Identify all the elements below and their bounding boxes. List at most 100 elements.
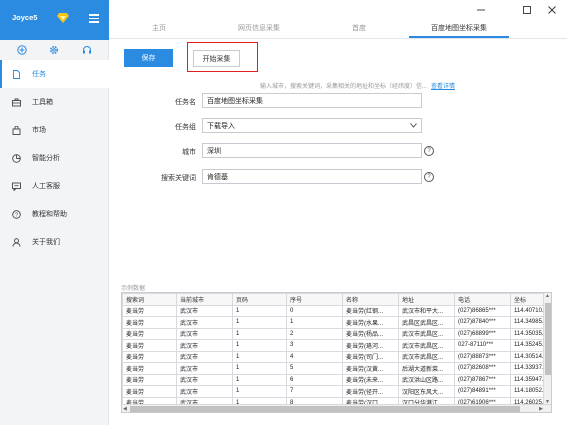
table-cell[interactable]: 麦当劳 [122,316,177,329]
table-cell[interactable]: 麦当劳(未来... [342,373,399,386]
table-cell[interactable]: 武汉市武昌区... [398,350,455,363]
table-cell[interactable]: 114.35035... [510,327,544,340]
table-cell[interactable]: 麦当劳 [122,385,177,398]
sidebar-item-help[interactable]: ? 教程和帮助 [0,200,109,228]
table-cell[interactable]: 027-87110*** [454,339,511,352]
table-row[interactable]: 麦当劳 武汉市 1 4 麦当劳(司门... 武汉市武昌区... (027)88873*** 1… [122,350,544,363]
tab-baidu-map[interactable]: 百度地图坐标采集 [409,20,509,38]
table-cell[interactable]: 麦当劳(汉黄... [342,362,399,375]
tab-shoudu[interactable]: 首度 [309,20,409,38]
close-icon[interactable] [545,4,559,16]
column-header[interactable]: 电话 [454,293,511,306]
table-cell[interactable]: 汉阳区东风大... [398,385,455,398]
table-cell[interactable]: 武昌区武昌区... [398,316,455,329]
sidebar-item-analysis[interactable]: 智能分析 [0,144,109,172]
table-cell[interactable]: 6 [286,373,343,386]
table-cell[interactable]: 麦当劳 [122,350,177,363]
tab-home[interactable]: 主页 [109,20,209,38]
table-cell[interactable]: 114.40710... [510,304,544,317]
column-header[interactable]: 地址 [398,293,455,306]
scroll-left-icon[interactable]: ◀ [123,406,127,412]
keyword-input[interactable]: 肯德基 [202,169,422,184]
scroll-up-icon[interactable]: ▲ [545,293,550,299]
table-cell[interactable]: 武汉市 [176,373,233,386]
minimize-icon[interactable] [474,4,488,16]
task-group-select[interactable]: 下载导入 [202,118,422,133]
table-cell[interactable]: 1 [232,350,287,363]
column-header[interactable]: 页码 [232,293,287,306]
maximize-icon[interactable] [520,4,534,16]
table-cell[interactable]: 7 [286,385,343,398]
table-row[interactable]: 麦当劳 武汉市 1 3 麦当劳(珞河... 武汉市武昌区... 027-87110*** 11… [122,339,544,352]
table-cell[interactable]: 0 [286,304,343,317]
table-cell[interactable]: 武汉市 [176,304,233,317]
table-cell[interactable]: (027)82608*** [454,362,511,375]
column-header[interactable]: 当前城市 [176,293,233,306]
table-cell[interactable]: (027)87840*** [454,316,511,329]
table-row[interactable]: 麦当劳 武汉市 1 2 麦当劳(杨品... 武汉市武昌区... (027)68899*** 1… [122,327,544,340]
table-cell[interactable]: 武汉市武昌区... [398,339,455,352]
table-cell[interactable]: 武汉市 [176,327,233,340]
table-cell[interactable]: 麦当劳 [122,373,177,386]
scroll-right-icon[interactable]: ▶ [539,406,543,412]
horizontal-scrollbar[interactable]: ◀ ▶ [122,404,551,412]
table-cell[interactable]: (027)86865*** [454,304,511,317]
table-cell[interactable]: 武汉市 [176,316,233,329]
table-row[interactable]: 麦当劳 武汉市 1 5 麦当劳(汉黄... 后湖大道新菜... (027)82608*** 1… [122,362,544,375]
table-cell[interactable]: 后湖大道新菜... [398,362,455,375]
table-cell[interactable]: 麦当劳 [122,339,177,352]
table-cell[interactable]: 武汉洪山区路... [398,373,455,386]
table-cell[interactable]: 1 [232,385,287,398]
table-cell[interactable]: 麦当劳(红钢... [342,304,399,317]
table-row[interactable]: 麦当劳 武汉市 1 6 麦当劳(未来... 武汉洪山区路... (027)87867*** 1… [122,373,544,386]
city-input[interactable]: 深圳 [202,143,422,158]
sidebar-item-task[interactable]: 任务 [0,60,109,88]
table-row[interactable]: 麦当劳 武汉市 1 0 麦当劳(红钢... 武汉市和平大... (027)86865*** 1… [122,304,544,317]
column-header[interactable]: 搜索词 [122,293,177,306]
column-header[interactable]: 坐标 [510,293,544,306]
keyword-help-icon[interactable]: ? [424,172,434,182]
table-cell[interactable]: 2 [286,327,343,340]
table-cell[interactable]: 3 [286,339,343,352]
vertical-scrollbar[interactable]: ▲ ▼ [543,293,551,405]
table-cell[interactable]: 麦当劳 [122,362,177,375]
column-header[interactable]: 名称 [342,293,399,306]
table-cell[interactable]: 麦当劳(径开... [342,385,399,398]
vertical-scroll-thumb[interactable] [545,303,551,375]
table-cell[interactable]: 114.18052... [510,385,544,398]
column-header[interactable]: 序号 [286,293,343,306]
table-cell[interactable]: (027)87867*** [454,373,511,386]
table-cell[interactable]: 4 [286,350,343,363]
table-cell[interactable]: 114.35245... [510,339,544,352]
table-cell[interactable]: 武汉市和平大... [398,304,455,317]
table-cell[interactable]: 1 [286,316,343,329]
sidebar-item-support[interactable]: 人工客服 [0,172,109,200]
task-name-input[interactable]: 百度地图坐标采集 [202,93,422,108]
gear-icon[interactable] [48,44,60,56]
view-details-link[interactable]: 查看详情 [431,84,455,90]
table-cell[interactable]: 麦当劳(珞河... [342,339,399,352]
table-row[interactable]: 麦当劳 武汉市 1 7 麦当劳(径开... 汉阳区东风大... (027)84891*** 1… [122,385,544,398]
vip-diamond-icon[interactable] [57,13,69,23]
table-cell[interactable]: 114.34985... [510,316,544,329]
plus-circle-icon[interactable] [16,44,28,56]
table-cell[interactable]: 武汉市武昌区... [398,327,455,340]
table-cell[interactable]: 武汉市 [176,350,233,363]
table-cell[interactable]: (027)84891*** [454,385,511,398]
table-cell[interactable]: 麦当劳(杨品... [342,327,399,340]
table-cell[interactable]: 麦当劳(水果... [342,316,399,329]
table-cell[interactable]: 1 [232,373,287,386]
user-name[interactable]: Joyce5 [12,13,37,22]
headset-icon[interactable] [81,44,93,56]
hamburger-menu-icon[interactable] [89,14,99,23]
table-cell[interactable]: 1 [232,304,287,317]
sidebar-item-about[interactable]: 关于我们 [0,228,109,256]
table-cell[interactable]: 114.35947... [510,373,544,386]
table-cell[interactable]: 武汉市 [176,339,233,352]
table-cell[interactable]: 1 [232,316,287,329]
start-collect-button[interactable]: 开始采集 [193,50,240,67]
table-cell[interactable]: 114.33937... [510,362,544,375]
table-row[interactable]: 麦当劳 武汉市 1 1 麦当劳(水果... 武昌区武昌区... (027)87840*** 1… [122,316,544,329]
table-cell[interactable]: 1 [232,327,287,340]
save-button[interactable]: 保存 [124,49,173,67]
